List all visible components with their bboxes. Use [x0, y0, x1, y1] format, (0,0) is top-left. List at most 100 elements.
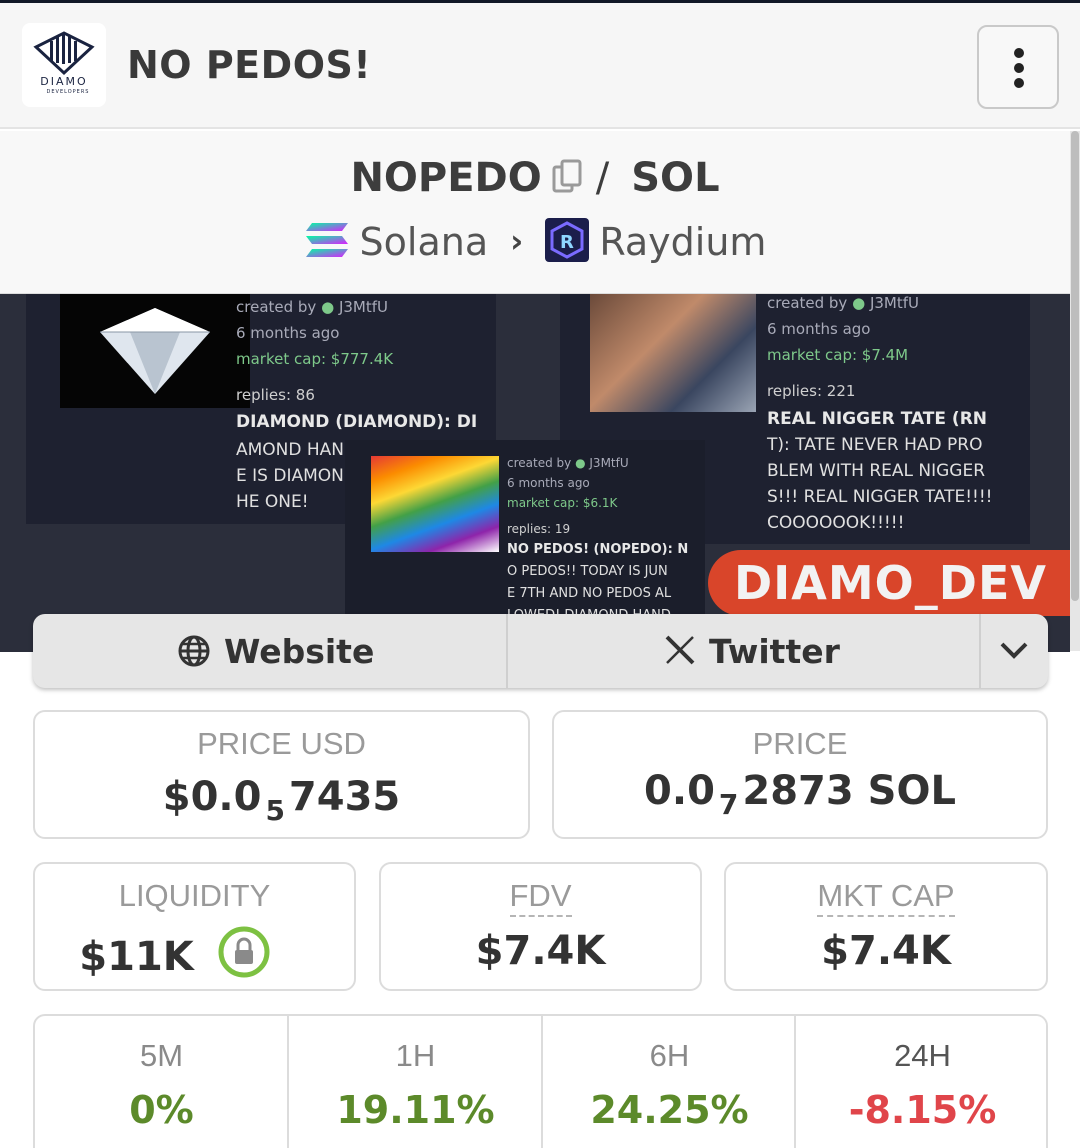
market-cap-label: MKT CAP — [726, 878, 1046, 917]
copy-icon[interactable] — [552, 157, 582, 203]
card-age: 6 months ago — [507, 476, 590, 490]
social-links-bar: Website Twitter — [33, 614, 1048, 688]
diamo-dev-tag: DIAMO_DEV — [708, 550, 1070, 616]
tab-1h[interactable]: 1H 19.11% — [289, 1016, 542, 1148]
scrollbar-thumb[interactable] — [1071, 131, 1079, 601]
card-desc-2: E IS DIAMON — [236, 466, 344, 486]
tab-5m[interactable]: 5M 0% — [35, 1016, 288, 1148]
card-created: created by ● J3MtfU — [507, 456, 629, 470]
market-cap-label-text: MKT CAP — [817, 878, 955, 917]
twitter-button[interactable]: Twitter — [508, 614, 980, 688]
user-avatar-icon: ● — [321, 298, 335, 316]
creator-name: J3MtfU — [338, 298, 389, 316]
card-desc-2: BLEM WITH REAL NIGGER — [767, 461, 986, 481]
card-desc-1: AMOND HAN — [236, 440, 345, 460]
chain-breadcrumb: Solana › R Raydium — [0, 218, 1070, 271]
more-vertical-icon — [1014, 48, 1024, 58]
app-header: DIAMO DEVELOPERS NO PEDOS! — [0, 3, 1080, 129]
card-market-cap: market cap: $6.1K — [507, 496, 618, 510]
lock-icon[interactable] — [218, 926, 270, 988]
creator-name: J3MtfU — [869, 294, 920, 312]
dex-name[interactable]: Raydium — [599, 220, 766, 264]
token-banner-image: created by ● J3MtfU 6 months ago market … — [0, 294, 1070, 652]
card-desc-1: O PEDOS!! TODAY IS JUN — [507, 564, 668, 579]
liquidity-label: LIQUIDITY — [118, 878, 271, 913]
price-usd-prefix: $0.0 — [162, 774, 262, 820]
pair-separator: / — [595, 155, 610, 201]
card-age: 6 months ago — [767, 320, 871, 338]
period-label: 1H — [395, 1038, 436, 1073]
created-by-text: created by — [767, 294, 848, 312]
change-value: -8.15% — [848, 1088, 997, 1132]
price-usd-label: PRICE USD — [197, 726, 366, 761]
card-created: created by ● J3MtfU — [236, 298, 388, 316]
diamond-logo-icon — [33, 31, 95, 76]
diamond-thumbnail — [60, 294, 250, 408]
period-label: 5M — [139, 1038, 184, 1073]
market-cap-box[interactable]: MKT CAP $7.4K — [724, 862, 1048, 991]
card-replies: replies: 86 — [236, 386, 315, 404]
tab-24h[interactable]: 24H -8.15% — [796, 1016, 1046, 1148]
chevron-right-icon: › — [510, 222, 524, 260]
quote-token: SOL — [631, 155, 720, 201]
pair-info: NOPEDO / SOL Solana › R Raydium — [0, 131, 1070, 294]
site-logo[interactable]: DIAMO DEVELOPERS — [22, 23, 106, 107]
price-zero-count: 7 — [718, 788, 739, 821]
tab-6h[interactable]: 6H 24.25% — [543, 1016, 796, 1148]
card-replies: replies: 221 — [767, 382, 856, 400]
liquidity-box: LIQUIDITY $11K — [33, 862, 356, 991]
website-button[interactable]: Website — [33, 614, 507, 688]
svg-text:R: R — [560, 232, 574, 253]
tag-text: DIAMO_DEV — [734, 556, 1047, 610]
raydium-icon: R — [545, 218, 590, 271]
change-value: 24.25% — [590, 1088, 749, 1132]
page-title: NO PEDOS! — [127, 43, 372, 87]
more-menu-button[interactable] — [977, 25, 1059, 109]
card-desc-4: COOOOOOK!!!!! — [767, 513, 905, 533]
logo-subtext: DEVELOPERS — [46, 89, 90, 95]
card-replies: replies: 19 — [507, 522, 571, 536]
card-desc-1: T): TATE NEVER HAD PRO — [767, 435, 983, 455]
period-label: 24H — [894, 1038, 951, 1073]
created-by-text: created by — [236, 298, 317, 316]
price-label: PRICE — [752, 726, 848, 761]
more-links-dropdown[interactable] — [981, 614, 1048, 688]
change-value: 19.11% — [336, 1088, 495, 1132]
liquidity-value-row: $11K — [15, 926, 334, 988]
twitter-label: Twitter — [709, 632, 840, 671]
fdv-label-text: FDV — [509, 878, 572, 917]
logo-text: DIAMO — [40, 75, 88, 88]
chain-name[interactable]: Solana — [360, 220, 489, 264]
period-label: 6H — [649, 1038, 690, 1073]
website-label: Website — [224, 632, 375, 671]
price-usd-digits: 7435 — [288, 774, 401, 820]
base-token: NOPEDO — [350, 155, 542, 201]
card-title: NO PEDOS! (NOPEDO): N — [507, 542, 689, 557]
creator-name: J3MtfU — [589, 456, 629, 470]
card-title: REAL NIGGER TATE (RN — [767, 409, 988, 429]
price-usd-box: PRICE USD $0.0 5 7435 — [33, 710, 530, 839]
card-desc-3: S!!! REAL NIGGER TATE!!!! — [767, 487, 993, 507]
x-logo-icon — [664, 634, 696, 670]
user-avatar-icon: ● — [852, 294, 866, 312]
price-sol-box: PRICE 0.0 7 2873 SOL — [552, 710, 1048, 839]
tate-thumbnail — [590, 294, 756, 412]
fdv-box[interactable]: FDV $7.4K — [379, 862, 702, 991]
card-created: created by ● J3MtfU — [767, 294, 919, 312]
price-prefix: 0.0 — [644, 768, 715, 814]
change-value: 0% — [129, 1088, 194, 1132]
fdv-value: $7.4K — [475, 928, 606, 974]
price-change-tabs: 5M 0% 1H 19.11% 6H 24.25% 24H -8.15% — [33, 1014, 1048, 1148]
globe-icon — [177, 634, 211, 672]
pair-name: NOPEDO / SOL — [0, 155, 1070, 203]
price-usd-zero-count: 5 — [265, 794, 285, 827]
card-market-cap: market cap: $777.4K — [236, 350, 394, 368]
card-market-cap: market cap: $7.4M — [767, 346, 909, 364]
more-vertical-icon-dot — [1014, 78, 1024, 88]
market-cap-value: $7.4K — [821, 928, 951, 974]
card-desc-2: E 7TH AND NO PEDOS AL — [507, 586, 672, 601]
price-usd-value: $0.0 5 7435 — [35, 774, 528, 827]
price-digits: 2873 SOL — [742, 768, 956, 814]
chevron-down-icon — [999, 640, 1029, 664]
card-desc-3: HE ONE! — [236, 492, 309, 512]
